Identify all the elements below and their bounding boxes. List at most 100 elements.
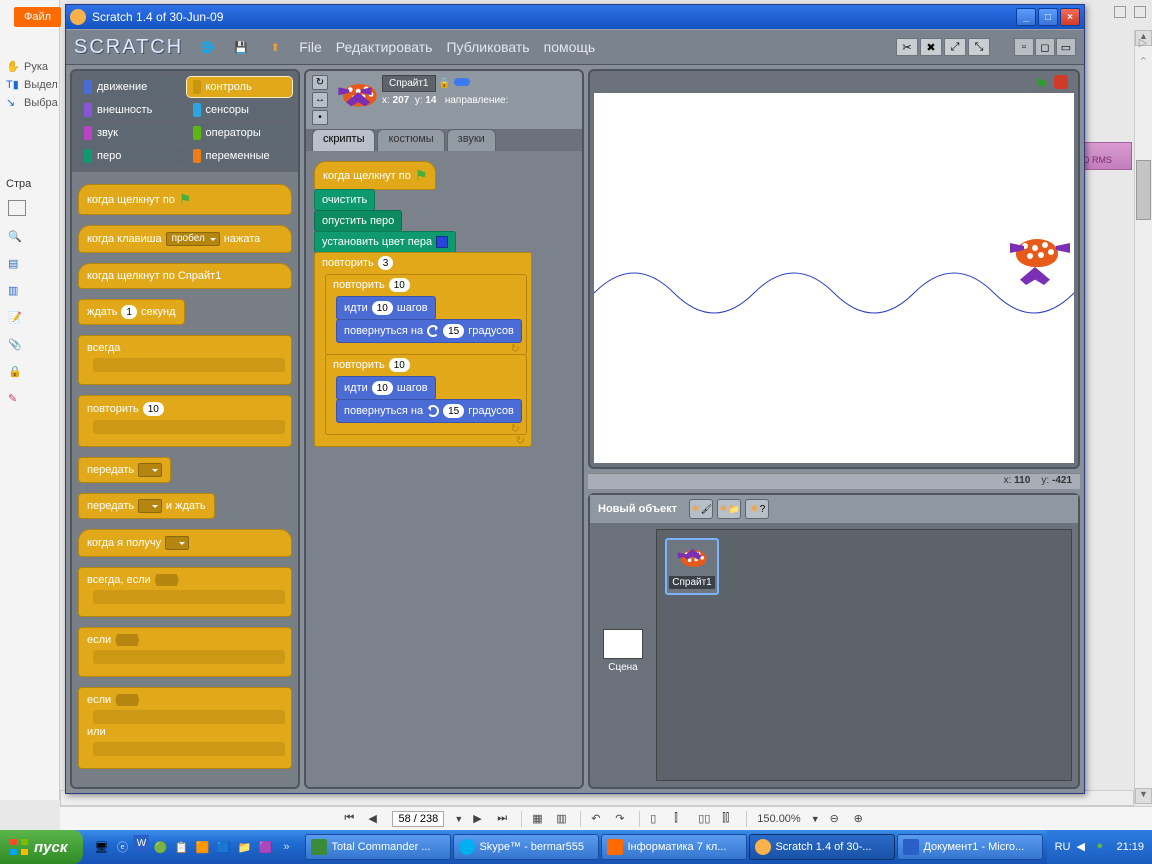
rotation-lr[interactable]: ↔ — [312, 92, 328, 107]
block-wait[interactable]: ждать 1 секунд — [78, 299, 292, 325]
block-if[interactable]: если — [78, 627, 292, 677]
draggable-toggle[interactable] — [454, 78, 470, 86]
sprite-on-stage[interactable] — [1010, 233, 1070, 293]
view-presentation[interactable]: ▭ — [1056, 38, 1076, 56]
ql-app4[interactable]: 📁 — [234, 835, 254, 859]
fit-page-icon[interactable]: ▦ — [532, 812, 546, 826]
cat-control[interactable]: контроль — [187, 77, 293, 97]
share-icon[interactable]: ⬆ — [265, 37, 285, 57]
language-icon[interactable]: 🌐 — [197, 37, 217, 57]
rotation-none[interactable]: • — [312, 110, 328, 125]
zoom-in-icon[interactable]: ⊕ — [854, 812, 868, 826]
cat-sensing[interactable]: сенсоры — [187, 100, 293, 120]
stack-icon[interactable]: ▥ — [8, 284, 26, 297]
task-totalcommander[interactable]: Total Commander ... — [305, 834, 451, 860]
start-button[interactable]: пуск — [0, 830, 83, 864]
block-repeat[interactable]: повторить 10 — [78, 395, 292, 447]
tool-delete[interactable]: ✖ — [920, 38, 942, 56]
rotate-left-icon[interactable]: ↶ — [591, 812, 605, 826]
block-broadcast[interactable]: передать — [78, 457, 292, 483]
s-repeat-down[interactable]: повторить 10 идти 10 шагов повернуться н… — [325, 354, 527, 435]
ql-chrome[interactable]: 🟢 — [150, 835, 170, 859]
block-when-sprite[interactable]: когда щелкнут по Спрайт1 — [78, 263, 292, 289]
block-if-else[interactable]: если или — [78, 687, 292, 769]
maximize-button[interactable]: □ — [1038, 8, 1058, 26]
script-canvas[interactable]: когда щелкнут по ⚑ очистить опустить пер… — [306, 151, 582, 787]
ql-more[interactable]: » — [276, 835, 296, 859]
s-move2[interactable]: идти 10 шагов — [336, 376, 436, 400]
foxit-file-tab[interactable]: Файл — [14, 7, 61, 27]
view-cont-icon[interactable]: ⫿ — [674, 812, 688, 826]
view-normal[interactable]: ◻ — [1035, 38, 1055, 56]
block-forever[interactable]: всегда — [78, 335, 292, 385]
view-facing-icon[interactable]: ▯▯ — [698, 812, 712, 826]
cat-pen[interactable]: перо — [78, 146, 184, 166]
thumbnails-icon[interactable] — [8, 200, 26, 216]
tab-scripts[interactable]: скрипты — [312, 129, 375, 151]
tray-icon-1[interactable]: ◀ — [1076, 840, 1090, 854]
task-word[interactable]: Документ1 - Micro... — [897, 834, 1043, 860]
s-repeat-outer[interactable]: повторить 3 повторить 10 идти 10 шагов п… — [314, 252, 532, 447]
task-skype[interactable]: Skype™ - bermar555 — [453, 834, 599, 860]
ql-app1[interactable]: 📋 — [171, 835, 191, 859]
stage-thumb[interactable]: Сцена — [596, 529, 650, 781]
ql-ie[interactable]: ⓔ — [112, 835, 132, 859]
block-forever-if[interactable]: всегда, если — [78, 567, 292, 617]
note-icon[interactable]: 📝 — [8, 311, 26, 324]
sign-icon[interactable]: ✎ — [8, 392, 26, 405]
s-when-flag[interactable]: когда щелкнут по ⚑ — [314, 161, 436, 190]
stop-button[interactable] — [1054, 75, 1068, 89]
color-swatch[interactable] — [436, 236, 448, 248]
tool-shrink[interactable]: ⤡ — [968, 38, 990, 56]
ql-word[interactable]: W — [133, 835, 149, 851]
save-icon[interactable]: 💾 — [231, 37, 251, 57]
sprite-name-input[interactable]: Спрайт1 — [382, 75, 436, 92]
random-sprite-button[interactable]: ✶? — [745, 499, 769, 519]
language-indicator[interactable]: RU — [1055, 841, 1071, 853]
close-button[interactable]: × — [1060, 8, 1080, 26]
view-single-icon[interactable]: ▯ — [650, 812, 664, 826]
s-setpencolor[interactable]: установить цвет пера — [314, 231, 456, 253]
rotation-full[interactable]: ↻ — [312, 75, 328, 90]
fit-width-icon[interactable]: ▥ — [556, 812, 570, 826]
s-turn-cw[interactable]: повернуться на 15 градусов — [336, 399, 522, 423]
page-input[interactable] — [392, 811, 444, 827]
tab-costumes[interactable]: костюмы — [377, 129, 444, 151]
bg-icon-1[interactable] — [1114, 6, 1126, 18]
ql-app5[interactable]: 🟪 — [255, 835, 275, 859]
tool-choose[interactable]: ↘Выбра — [6, 96, 58, 110]
choose-sprite-button[interactable]: ✶📁 — [717, 499, 741, 519]
ql-desktop[interactable]: 🖥 — [91, 835, 111, 859]
page-dropdown-icon[interactable]: ▼ — [454, 814, 463, 824]
next-page-icon[interactable]: ▶ — [473, 812, 487, 826]
tab-sounds[interactable]: звуки — [447, 129, 496, 151]
block-when-receive[interactable]: когда я получу — [78, 529, 292, 557]
ql-app2[interactable]: 🟧 — [192, 835, 212, 859]
background-scrollbar[interactable]: ▲ ▼ — [1134, 30, 1152, 804]
block-broadcast-wait[interactable]: передать и ждать — [78, 493, 292, 519]
search-icon[interactable]: 🔍 — [8, 230, 26, 243]
zoom-out-icon[interactable]: ⊖ — [830, 812, 844, 826]
scroll-thumb[interactable] — [1136, 160, 1151, 220]
tray-icon-2[interactable]: ● — [1096, 840, 1110, 854]
tool-duplicate[interactable]: ✂ — [896, 38, 918, 56]
cat-variables[interactable]: переменные — [187, 146, 293, 166]
play-icon[interactable]: ▷ — [1139, 36, 1148, 49]
view-cont-facing-icon[interactable]: ⫿⫿ — [722, 812, 736, 826]
last-page-icon[interactable]: ⏭ — [497, 812, 511, 826]
s-clear[interactable]: очистить — [314, 189, 375, 211]
cat-operators[interactable]: операторы — [187, 123, 293, 143]
scroll-down-icon[interactable]: ▼ — [1135, 788, 1152, 804]
s-repeat-up[interactable]: повторить 10 идти 10 шагов повернуться н… — [325, 274, 527, 355]
menu-file[interactable]: File — [299, 39, 322, 55]
expand-icon[interactable]: ⌃ — [1139, 55, 1148, 68]
tool-hand[interactable]: ✋Рука — [6, 60, 48, 74]
block-when-key[interactable]: когда клавиша пробел нажата — [78, 225, 292, 253]
clock[interactable]: 21:19 — [1116, 841, 1144, 853]
menu-share[interactable]: Публиковать — [446, 39, 529, 55]
bg-icon-2[interactable] — [1134, 6, 1146, 18]
first-page-icon[interactable]: ⏮ — [344, 812, 358, 826]
menu-help[interactable]: помощь — [544, 39, 596, 55]
paint-sprite-button[interactable]: ✶🖌 — [689, 499, 713, 519]
s-pendown[interactable]: опустить перо — [314, 210, 402, 232]
